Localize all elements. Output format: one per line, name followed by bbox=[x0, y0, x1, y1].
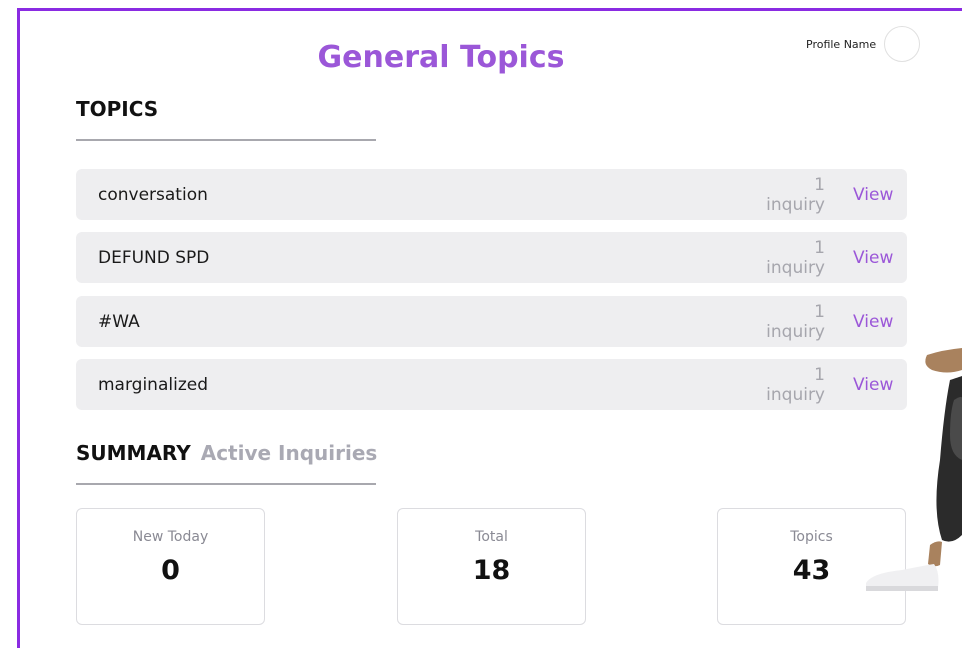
topic-inquiry-count: 1 inquiry bbox=[766, 301, 825, 342]
summary-heading: SUMMARY Active Inquiries bbox=[76, 441, 377, 465]
topic-inquiry-count: 1 inquiry bbox=[766, 237, 825, 278]
topic-name: DEFUND SPD bbox=[98, 247, 210, 268]
topics-divider bbox=[76, 139, 376, 141]
topic-inquiry-count: 1 inquiry bbox=[766, 174, 825, 215]
view-topic-link[interactable]: View bbox=[853, 248, 907, 268]
card-label: New Today bbox=[132, 529, 209, 545]
view-topic-link[interactable]: View bbox=[853, 312, 907, 332]
topic-inquiry-count: 1 inquiry bbox=[766, 364, 825, 405]
topic-name: marginalized bbox=[98, 374, 208, 395]
person-illustration bbox=[866, 348, 962, 591]
profile-menu[interactable]: Profile Name bbox=[806, 26, 921, 62]
topic-row: DEFUND SPD 1 inquiry View bbox=[76, 232, 907, 283]
card-value: 18 bbox=[472, 555, 511, 586]
topics-heading: TOPICS bbox=[76, 97, 159, 121]
view-topic-link[interactable]: View bbox=[853, 185, 907, 205]
topic-row: conversation 1 inquiry View bbox=[76, 169, 907, 220]
summary-card-new-today: New Today 0 bbox=[76, 508, 265, 625]
summary-divider bbox=[76, 483, 376, 485]
avatar[interactable] bbox=[884, 26, 921, 62]
page-title: General Topics bbox=[317, 40, 565, 75]
topic-name: #WA bbox=[98, 311, 140, 332]
summary-card-total: Total 18 bbox=[397, 508, 586, 625]
topic-row: #WA 1 inquiry View bbox=[76, 296, 907, 347]
topic-name: conversation bbox=[98, 184, 208, 205]
card-label: Total bbox=[475, 529, 508, 545]
profile-name: Profile Name bbox=[806, 37, 877, 51]
summary-title: SUMMARY bbox=[76, 441, 191, 465]
topic-row: marginalized 1 inquiry View bbox=[76, 359, 907, 410]
summary-subtitle: Active Inquiries bbox=[200, 441, 378, 465]
card-value: 0 bbox=[161, 555, 180, 586]
